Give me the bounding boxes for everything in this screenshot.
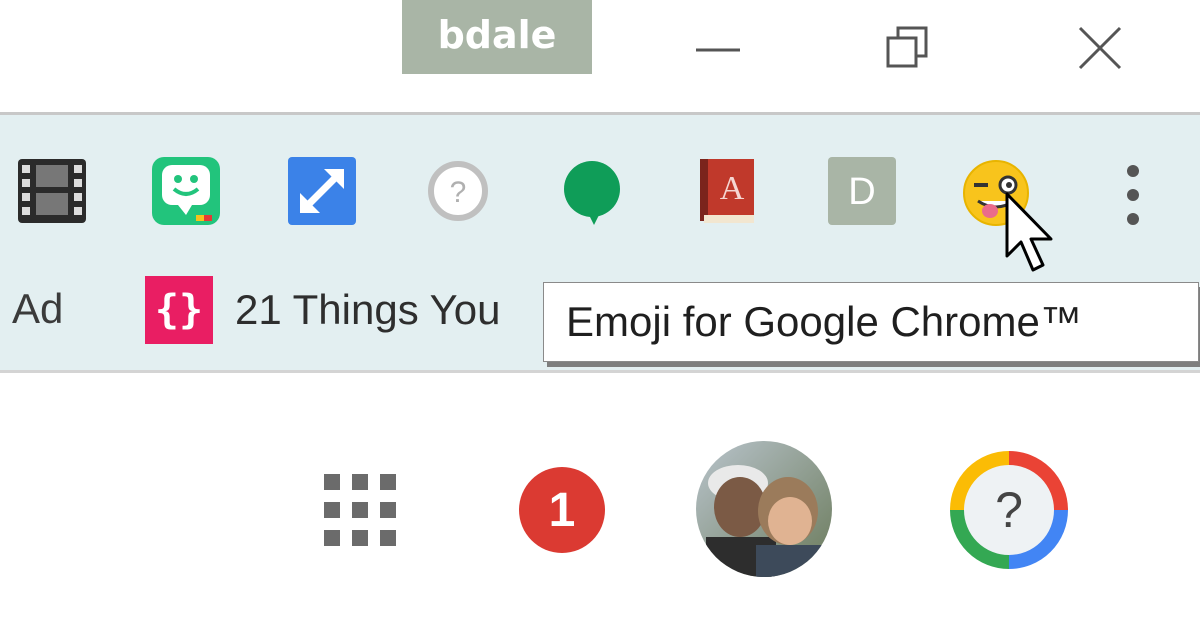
restore-button[interactable] [880,20,936,76]
film-extension-icon[interactable] [18,157,86,225]
bookmark-label: 21 Things You [235,286,501,333]
bookmark-cut-label[interactable]: Ad [12,285,84,333]
profile-name-chip[interactable]: bdale [402,0,592,74]
bitmoji-extension-icon[interactable] [152,157,220,225]
d-extension-icon[interactable]: D [828,157,896,225]
minimize-icon [696,48,740,52]
code-braces-icon: {} [145,276,213,344]
hangouts-extension-icon[interactable] [558,157,626,225]
extension-tooltip: Emoji for Google Chrome™ [543,282,1199,362]
help-extension-icon[interactable]: ? [424,157,492,225]
svg-text:A: A [720,170,745,207]
apps-grid-icon[interactable] [324,474,396,546]
toolbar-divider [0,370,1200,373]
more-vert-icon[interactable] [1118,160,1148,230]
dictionary-extension-icon[interactable]: A [694,157,762,225]
expand-extension-icon[interactable] [288,157,356,225]
help-symbol: ? [995,482,1023,538]
mouse-cursor-icon [1003,190,1059,276]
svg-text:?: ? [450,176,467,209]
restore-icon [886,26,928,68]
minimize-button[interactable] [690,20,746,76]
title-bar: bdale [0,0,1200,113]
account-avatar[interactable] [696,441,832,577]
bookmark-item[interactable]: {} 21 Things You [145,276,500,344]
svg-text:D: D [848,171,875,213]
help-icon[interactable]: ? [944,445,1074,575]
close-button[interactable] [1072,20,1128,76]
close-icon [1078,26,1122,70]
notifications-badge[interactable]: 1 [519,467,605,553]
